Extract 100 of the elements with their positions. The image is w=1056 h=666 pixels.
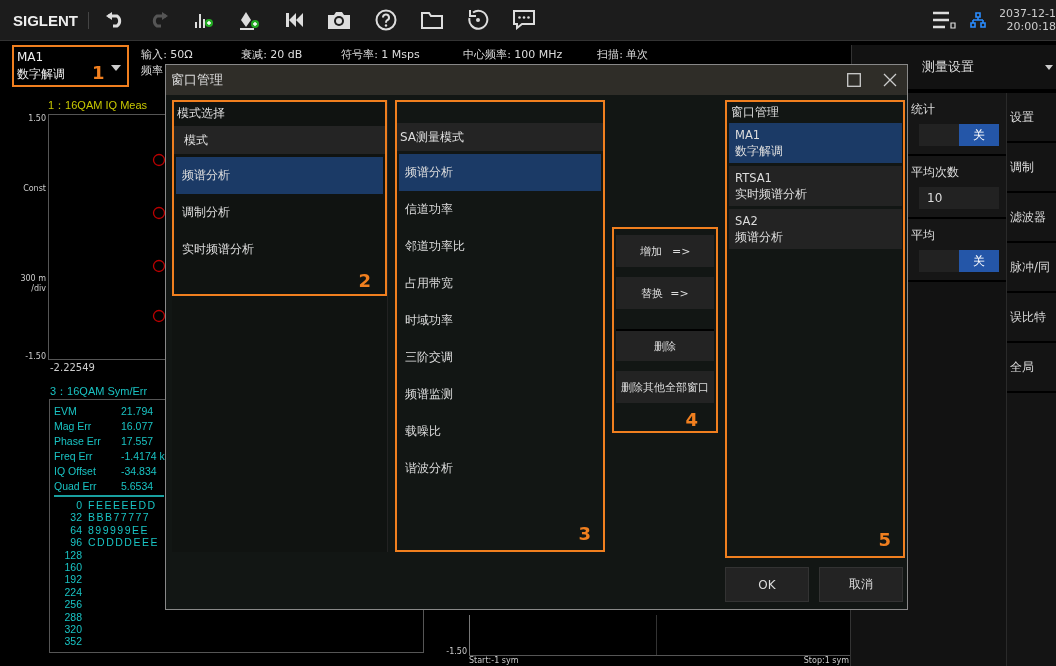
window-item[interactable]: SA2 频谱分析 [729,209,902,249]
symbol-index: 192 [63,573,82,586]
maximize-icon[interactable] [847,73,861,87]
symbol-bits: FEEEEEDD [88,499,157,512]
window-mode: 实时频谱分析 [735,186,808,202]
toggle-switch[interactable]: 关 [919,250,999,272]
symbol-bits: BBB77777 [88,511,151,524]
marker-add-icon[interactable] [239,10,261,30]
network-icon[interactable] [970,12,986,28]
status-text: 频率 [141,63,165,79]
list-item[interactable]: 频谱监测 [399,376,601,413]
axis-label: Const [23,184,46,194]
list-header: SA测量模式 [397,123,603,151]
window-item[interactable]: RTSA1 实时频谱分析 [729,166,902,206]
trace-title: 3：16QAM Sym/Err [50,384,148,398]
time-text: 20:00:18 [1006,20,1056,33]
list-header: 模式 [174,126,385,154]
date-text: 2037-12-1 [1000,7,1056,20]
window-mode: 数字解调 [735,143,784,159]
window-name: SA2 [735,213,759,229]
caret-icon [111,65,122,71]
brand-logo: SIGLENT [13,11,89,29]
status-text: 中心频率: 100 MHz [463,47,564,63]
group-title: 模式选择 [176,106,226,122]
metric-value: -1.4174 k [121,449,165,464]
list-item[interactable]: 邻道功率比 [399,228,601,265]
callout-number: 3 [578,524,591,544]
list-item[interactable]: 三阶交调 [399,339,601,376]
toggle-switch[interactable]: 关 [919,124,999,146]
caret-icon [1045,64,1053,70]
symbol-index: 160 [63,561,82,574]
axis-label: Start:-1 sym [469,656,519,666]
window-mode: 频谱分析 [735,229,784,245]
help-icon[interactable] [375,9,397,31]
list-item[interactable]: 载噪比 [399,413,601,450]
symbol-index: 352 [63,635,82,648]
list-item[interactable]: 谐波分析 [399,450,601,487]
callout-number: 4 [685,410,698,430]
symbol-index: 128 [63,548,82,562]
action-button[interactable]: 删除其他全部窗口 [616,371,714,403]
axis-label: -1.50 [25,352,46,362]
list-item[interactable]: 频谱分析 [176,157,383,194]
callout-number: 1 [92,63,105,83]
metric-name: Mag Err [54,419,93,434]
dialog-title: 窗口管理 [171,71,223,89]
camera-icon[interactable] [327,10,351,30]
axis-label: -1.50 [445,647,468,656]
symbol-index: 320 [63,623,82,636]
setting-label: 平均 [911,227,936,244]
dialog-button[interactable]: OK [725,567,809,602]
folder-icon[interactable] [421,11,443,29]
action-button[interactable]: 替换 => [616,277,714,309]
list-icon[interactable] [932,11,956,29]
message-icon[interactable] [513,10,535,30]
symbol-index: 256 [63,598,82,611]
metric-value: 21.794 [121,404,154,419]
dialog-button[interactable]: 取消 [819,567,903,602]
axis-label: Stop:1 sym [803,656,849,666]
close-icon[interactable] [883,73,897,87]
metric-value: 16.077 [121,419,154,434]
group-title: 窗口管理 [730,105,780,121]
window-name: MA1 [735,127,762,143]
axis-label: -2.22549 [50,362,96,374]
axis-label: 1.50 [28,114,46,124]
metric-name: Freq Err [54,449,94,464]
window-item[interactable]: MA1 数字解调 [729,123,902,163]
channel-name: MA1 [17,49,45,66]
channel-mode: 数字解调 [17,66,65,83]
axis-label: /div [31,284,46,294]
number-field[interactable]: 10 [919,187,999,209]
list-item[interactable]: 实时频谱分析 [176,231,383,268]
trace-title: 1：16QAM IQ Meas [48,98,148,112]
symbol-index: 96 [69,536,82,549]
list-item[interactable]: 信道功率 [399,191,601,228]
status-text: 符号率: 1 Msps [341,47,421,63]
reset-icon[interactable] [467,9,489,31]
action-button[interactable]: 增加 => [616,235,714,267]
channel-selector[interactable]: MA1 数字解调 1 [12,45,130,87]
axis-label: 300 m [20,274,46,284]
metric-value: 17.557 [121,434,154,449]
callout-number: 5 [878,530,891,550]
metric-name: Phase Err [54,434,102,449]
status-text: 衰减: 20 dB [241,47,304,63]
metric-name: EVM [54,404,78,419]
list-item[interactable]: 时域功率 [399,302,601,339]
metric-name: IQ Offset [54,464,97,479]
setting-label: 统计 [911,101,936,118]
symbol-bits: CDDDDEEE [88,536,159,549]
symbol-bits: 899999EE [88,523,150,537]
metric-value: -34.834 [121,464,157,479]
status-text: 输入: 50Ω [141,47,194,63]
skip-back-icon[interactable] [285,12,303,28]
window-name: RTSA1 [735,170,773,186]
symbol-index: 32 [69,511,82,524]
list-item[interactable]: 频谱分析 [399,154,601,191]
symbol-index: 64 [69,523,82,537]
metric-name: Quad Err [54,479,98,494]
action-button[interactable]: 删除 [616,329,714,361]
list-item[interactable]: 占用带宽 [399,265,601,302]
list-item[interactable]: 调制分析 [176,194,383,231]
